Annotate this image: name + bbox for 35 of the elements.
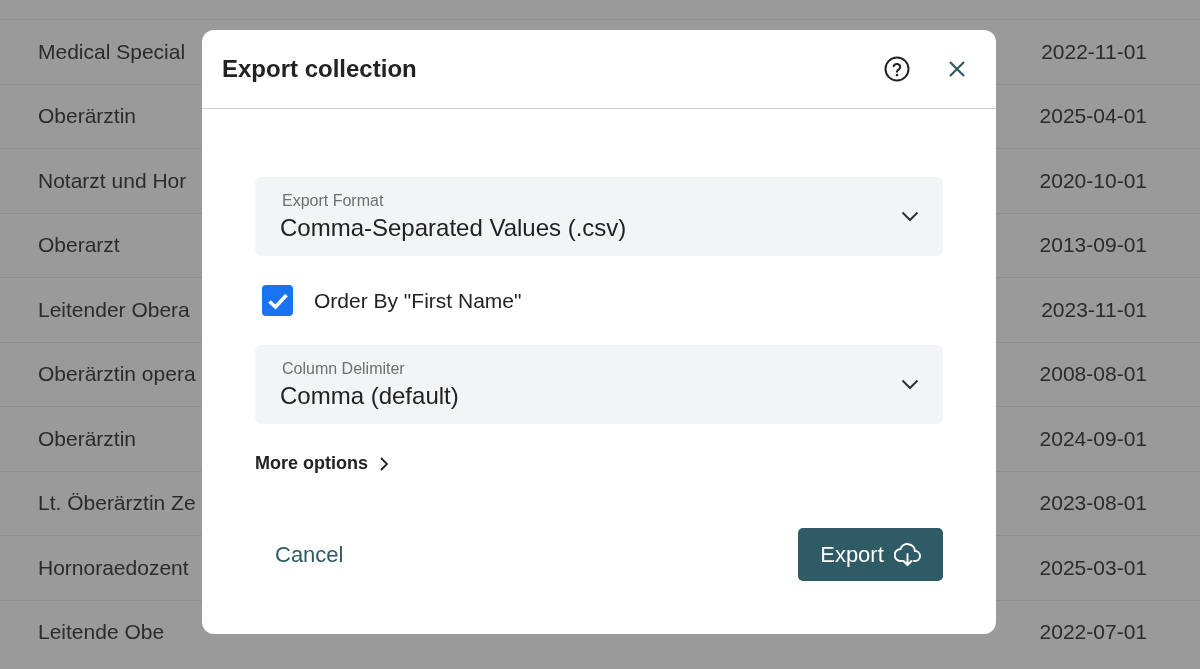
table-cell-text: 2025-03-01 xyxy=(1039,555,1148,580)
select-field[interactable]: Export Format Comma-Separated Values (.csv) xyxy=(255,177,943,256)
table-cell: Notarzt und Hor xyxy=(38,168,187,193)
table-cell-text: 2013-09-01 xyxy=(1039,233,1148,258)
cloud-download-icon xyxy=(893,542,921,567)
chevron-down-icon xyxy=(901,379,919,390)
table-cell: Leitender Obera xyxy=(38,297,190,322)
table-cell: Oberärztin xyxy=(38,426,137,451)
table-cell: Oberärztin opera xyxy=(38,362,196,387)
table-cell-text: 2020-10-01 xyxy=(1039,168,1148,193)
select-field[interactable]: Column Delimiter Comma (default) xyxy=(255,345,943,424)
table-cell: Oberarzt xyxy=(38,233,120,258)
table-cell-text: 2025-04-01 xyxy=(1039,104,1148,129)
export-button[interactable]: Export xyxy=(798,528,943,581)
cancel-button[interactable]: Cancel xyxy=(255,531,364,578)
chevron-down-icon xyxy=(901,211,919,222)
table-cell: Leitende Obe xyxy=(38,620,165,645)
checkbox[interactable] xyxy=(262,285,293,316)
table-cell-text: 2024-09-01 xyxy=(1039,426,1148,451)
close-icon[interactable] xyxy=(948,60,966,78)
table-cell-text: 2023-08-01 xyxy=(1039,491,1148,516)
help-icon[interactable] xyxy=(884,56,910,82)
table-cell: Lt. Öberärztin Ze xyxy=(38,491,196,516)
table-cell: Hornoraedozent xyxy=(38,555,189,580)
chevron-right-icon xyxy=(380,456,388,471)
more-options-link[interactable]: More options xyxy=(255,453,388,474)
table-cell-text: 2022-07-01 xyxy=(1039,620,1148,645)
dialog-title: Export collection xyxy=(222,55,418,83)
checkbox-label: Order By "First Name" xyxy=(314,288,522,313)
table-cell-text: 2008-08-01 xyxy=(1039,362,1148,387)
check-icon xyxy=(266,291,289,310)
table-cell-text: 2023-11-01 xyxy=(1041,297,1148,322)
table-cell-text: 2022-11-01 xyxy=(1041,39,1148,64)
table-cell: Oberärztin xyxy=(38,104,137,129)
table-cell: Medical Special xyxy=(38,39,186,64)
